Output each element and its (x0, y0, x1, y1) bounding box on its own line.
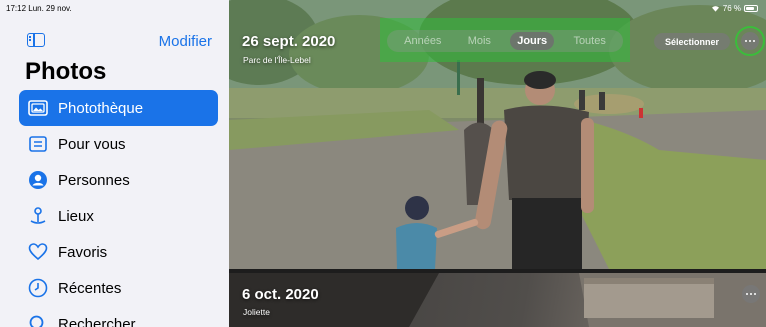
photo-more-options-icon[interactable] (742, 285, 760, 303)
dot (750, 293, 752, 295)
sidebar-toggle-icon[interactable] (27, 33, 45, 47)
sidebar-item-label: Lieux (58, 207, 94, 225)
more-options-icon[interactable] (741, 32, 759, 50)
sidebar: Modifier Photos Photothèque Pour vous Pe… (0, 0, 229, 327)
tab-all[interactable]: Toutes (566, 32, 612, 50)
sidebar-item-label: Photothèque (58, 99, 144, 117)
search-icon (27, 313, 49, 327)
sidebar-item-favorites[interactable]: Favoris (19, 234, 218, 270)
tab-months[interactable]: Mois (461, 32, 498, 50)
sidebar-item-people[interactable]: Personnes (19, 162, 218, 198)
view-segmented-control[interactable]: Années Mois Jours Toutes (387, 30, 623, 52)
sidebar-nav: Photothèque Pour vous Personnes Lieux Fa… (19, 90, 218, 327)
tab-years[interactable]: Années (397, 32, 448, 50)
photo-library-icon (27, 97, 49, 119)
dot (749, 40, 751, 42)
sidebar-item-label: Favoris (58, 243, 108, 261)
photo-card[interactable]: 6 oct. 2020 Joliette (229, 273, 766, 327)
sidebar-item-label: Récentes (58, 279, 122, 297)
photo-date: 26 sept. 2020 (242, 33, 336, 50)
tab-days[interactable]: Jours (510, 32, 555, 50)
map-pin-icon (27, 205, 49, 227)
sidebar-item-recents[interactable]: Récentes (19, 270, 218, 306)
select-button[interactable]: Sélectionner (654, 33, 730, 50)
sidebar-item-places[interactable]: Lieux (19, 198, 218, 234)
person-icon (27, 169, 49, 191)
dot (754, 293, 756, 295)
photo-date: 6 oct. 2020 (242, 286, 319, 303)
sidebar-item-label: Pour vous (58, 135, 126, 153)
for-you-icon (27, 133, 49, 155)
sidebar-item-library[interactable]: Photothèque (19, 90, 218, 126)
sidebar-item-search[interactable]: Rechercher (19, 306, 218, 327)
sidebar-item-for-you[interactable]: Pour vous (19, 126, 218, 162)
dot (753, 40, 755, 42)
page-title: Photos (25, 58, 107, 85)
dot (746, 293, 748, 295)
sidebar-item-label: Personnes (58, 171, 130, 189)
edit-button[interactable]: Modifier (159, 33, 212, 50)
photo-location: Parc de l'Île-Lebel (243, 55, 311, 65)
dot (745, 40, 747, 42)
sidebar-item-label: Rechercher (58, 315, 136, 327)
clock-icon (27, 277, 49, 299)
photo-location: Joliette (243, 307, 270, 317)
heart-icon (27, 241, 49, 263)
